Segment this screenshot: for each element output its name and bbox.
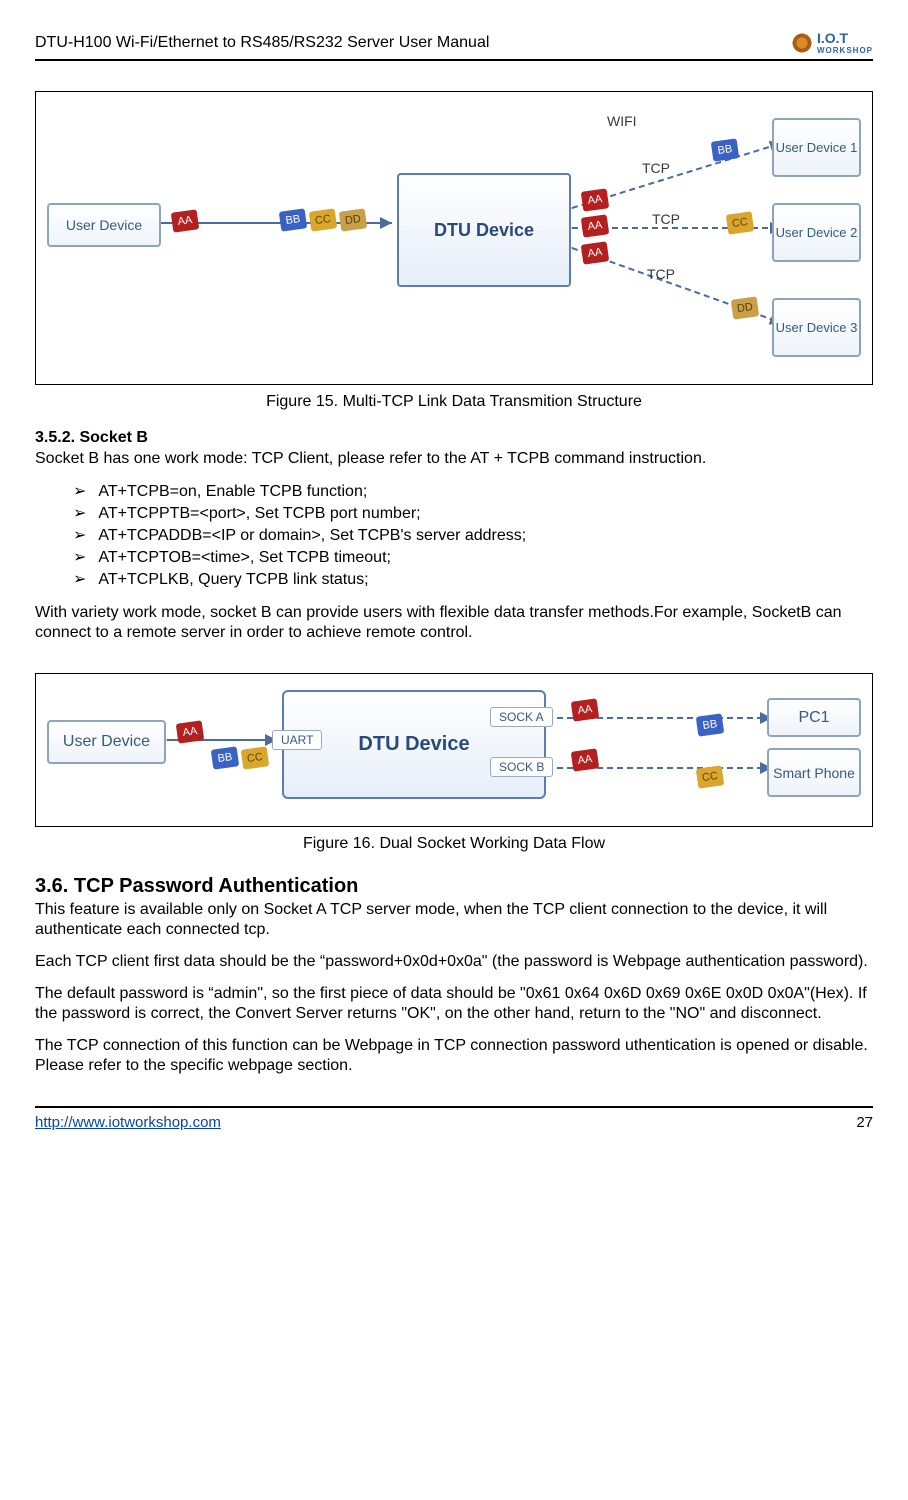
- pc1-box: PC1: [767, 698, 861, 737]
- figure-16-caption: Figure 16. Dual Socket Working Data Flow: [35, 835, 873, 853]
- sock-b-label: SOCK B: [490, 757, 553, 777]
- tag-aa-d2-1: AA: [176, 720, 205, 743]
- sec36-p3: The default password is “admin", so the …: [35, 984, 873, 1024]
- tag-bb-d2-1: BB: [211, 746, 240, 769]
- socket-b-intro: Socket B has one work mode: TCP Client, …: [35, 449, 873, 469]
- tag-cc-1: CC: [726, 211, 755, 234]
- heading-3-6: 3.6. TCP Password Authentication: [35, 875, 873, 898]
- sec36-p1: This feature is available only on Socket…: [35, 900, 873, 940]
- cmd-item: AT+TCPTOB=<time>, Set TCPB timeout;: [73, 547, 873, 567]
- cmd-item: AT+TCPPTB=<port>, Set TCPB port number;: [73, 503, 873, 523]
- tag-aa-2: AA: [581, 214, 610, 237]
- sec36-p4: The TCP connection of this function can …: [35, 1036, 873, 1076]
- tag-dd-1: DD: [731, 296, 760, 319]
- sec36-p2: Each TCP client first data should be the…: [35, 952, 873, 972]
- heading-3-5-2: 3.5.2. Socket B: [35, 429, 873, 447]
- tag-cc-d2-1: CC: [241, 746, 270, 769]
- tcp-label-3: TCP: [647, 266, 675, 282]
- footer-url[interactable]: http://www.iotworkshop.com: [35, 1114, 221, 1131]
- wifi-label: WIFI: [607, 113, 637, 129]
- at-command-list: AT+TCPB=on, Enable TCPB function; AT+TCP…: [73, 481, 873, 589]
- tag-cc-d2-2: CC: [696, 765, 725, 788]
- tag-bb-1: BB: [711, 138, 740, 161]
- figure-15-box: User Device DTU Device User Device 1 Use…: [35, 91, 873, 385]
- tag-aa-d2-2: AA: [571, 698, 600, 721]
- page-number: 27: [856, 1114, 873, 1131]
- tag-aa-d2-3: AA: [571, 748, 600, 771]
- tag-aa: AA: [171, 209, 200, 232]
- dtu-device-box: DTU Device: [397, 173, 571, 287]
- uart-label: UART: [272, 730, 322, 750]
- tag-dd: DD: [339, 208, 368, 231]
- tag-cc: CC: [309, 208, 338, 231]
- figure-15-diagram: User Device DTU Device User Device 1 Use…: [42, 98, 866, 378]
- user-device-box-2: User Device: [47, 720, 166, 764]
- phone-box: Smart Phone: [767, 748, 861, 797]
- socket-b-para2: With variety work mode, socket B can pro…: [35, 603, 873, 643]
- tcp-label-2: TCP: [652, 211, 680, 227]
- figure-16-diagram: User Device DTU Device PC1 Smart Phone U…: [42, 680, 866, 820]
- logo-sub: WORKSHOP: [817, 46, 873, 55]
- logo: I.O.T WORKSHOP: [791, 30, 873, 55]
- tag-aa-1: AA: [581, 188, 610, 211]
- doc-title: DTU-H100 Wi-Fi/Ethernet to RS485/RS232 S…: [35, 34, 489, 52]
- tcp-label-1: TCP: [642, 160, 670, 176]
- page-header: DTU-H100 Wi-Fi/Ethernet to RS485/RS232 S…: [35, 30, 873, 61]
- cmd-item: AT+TCPB=on, Enable TCPB function;: [73, 481, 873, 501]
- sock-a-label: SOCK A: [490, 707, 553, 727]
- tag-bb-d2-2: BB: [696, 713, 725, 736]
- figure-15-caption: Figure 15. Multi-TCP Link Data Transmiti…: [35, 393, 873, 411]
- gear-icon: [791, 32, 813, 54]
- tag-aa-3: AA: [581, 241, 610, 264]
- cmd-item: AT+TCPLKB, Query TCPB link status;: [73, 569, 873, 589]
- figure-16-box: User Device DTU Device PC1 Smart Phone U…: [35, 673, 873, 827]
- page-footer: http://www.iotworkshop.com 27: [35, 1106, 873, 1131]
- user-device-3: User Device 3: [772, 298, 861, 357]
- user-device-2: User Device 2: [772, 203, 861, 262]
- tag-bb: BB: [279, 208, 308, 231]
- user-device-1: User Device 1: [772, 118, 861, 177]
- logo-text: I.O.T: [817, 30, 848, 46]
- cmd-item: AT+TCPADDB=<IP or domain>, Set TCPB's se…: [73, 525, 873, 545]
- user-device-box: User Device: [47, 203, 161, 247]
